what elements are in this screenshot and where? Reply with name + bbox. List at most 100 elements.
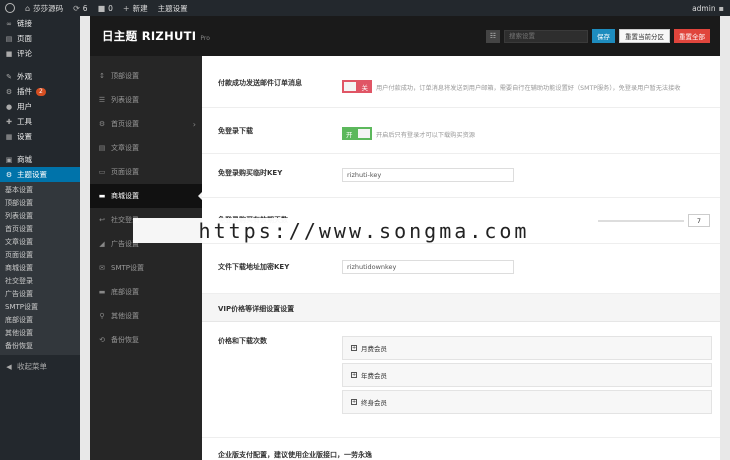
nav-item[interactable]: ▭ 页面设置 <box>90 160 202 184</box>
enterprise-row: 企业版支付配置，建议使用企业版接口，一劳永逸 <box>218 451 372 459</box>
comment-icon: ■ <box>97 3 106 13</box>
vip-tier-accordion[interactable]: + 年费会员 <box>342 363 712 387</box>
nav-item[interactable]: ⟲ 备份恢复 <box>90 328 202 352</box>
new-content-link[interactable]: + 新建 <box>118 0 153 16</box>
menu-item-comment[interactable]: ■ 评论 <box>0 46 80 61</box>
theme-settings-link[interactable]: 主题设置 <box>153 0 193 16</box>
free-key-row: 免登录购买临时KEY rizhuti-key <box>202 154 720 198</box>
submenu-item[interactable]: 其他设置 <box>0 327 80 340</box>
nav-icon: ↩ <box>99 216 105 224</box>
nav-icon: ⚙ <box>98 120 106 128</box>
menu-item-user[interactable]: ● 用户 <box>0 99 80 114</box>
valid-days-input[interactable]: 7 <box>688 214 710 227</box>
nav-item[interactable]: ▬ 商城设置 <box>90 184 203 208</box>
watermark: https://www.songma.com <box>133 218 595 243</box>
free-key-input[interactable]: rizhuti-key <box>342 168 514 182</box>
submenu-item[interactable]: 首页设置 <box>0 223 80 236</box>
version-label: Pro <box>200 35 210 42</box>
free-login-toggle[interactable]: 开 <box>342 127 372 140</box>
submenu-item[interactable]: SMTP设置 <box>0 301 80 314</box>
submenu-item[interactable]: 列表设置 <box>0 210 80 223</box>
user-account-link[interactable]: admin ▪ <box>687 0 730 16</box>
update-badge: 2 <box>36 87 46 96</box>
nav-icon: ▤ <box>98 144 106 152</box>
menu-item-page[interactable]: ▤ 页面 <box>0 31 80 46</box>
avatar: ▪ <box>718 3 724 13</box>
menu-item-link[interactable]: ∞ 链接 <box>0 16 80 31</box>
nav-item[interactable]: ⚙ 首页设置 › <box>90 112 202 136</box>
submenu-item[interactable]: 社交登录 <box>0 275 80 288</box>
vip-tier-accordion[interactable]: + 终身会员 <box>342 390 712 414</box>
nav-item[interactable]: ↕ 顶部设置 <box>90 64 202 88</box>
submenu-item[interactable]: 顶部设置 <box>0 197 80 210</box>
collapse-menu-button[interactable]: ◀ 收起菜单 <box>0 359 80 374</box>
panel-title: 日主题 RIZHUTI <box>102 29 197 43</box>
menu-item-shop[interactable]: ▣ 商城 <box>0 152 80 167</box>
reset-section-button[interactable]: 重置当前分区 <box>619 29 670 43</box>
reset-all-button[interactable]: 重置全部 <box>674 29 710 43</box>
nav-icon: ▭ <box>98 168 106 176</box>
vip-section-header: VIP价格等详细设置设置 <box>202 294 720 322</box>
vip-tier-accordion[interactable]: + 月费会员 <box>342 336 712 360</box>
expand-icon: + <box>351 345 357 351</box>
valid-days-slider[interactable] <box>598 220 684 222</box>
nav-icon: ▬ <box>98 192 106 200</box>
expand-icon: + <box>351 372 357 378</box>
plugin-icon: ⚙ <box>5 87 13 96</box>
tools-icon: ✚ <box>6 117 12 126</box>
admin-bar: ⌂ 莎莎源码 ⟳ 6 ■ 0 + 新建 主题设置 admin ▪ <box>0 0 730 16</box>
menu-item-settings[interactable]: ▦ 设置 <box>0 129 80 144</box>
submenu-item[interactable]: 页面设置 <box>0 249 80 262</box>
submenu-item[interactable]: 商城设置 <box>0 262 80 275</box>
expand-icon: + <box>351 399 357 405</box>
menu-item-theme-settings[interactable]: ⚙ 主题设置 <box>0 167 80 182</box>
wordpress-icon <box>5 3 15 13</box>
wp-logo-button[interactable] <box>0 0 20 16</box>
submenu-item[interactable]: 备份恢复 <box>0 340 80 353</box>
free-login-row: 免登录下载 开 开启后只有登录才可以下载购买资源 <box>202 108 720 154</box>
user-icon: ● <box>5 102 13 111</box>
nav-icon: ✉ <box>99 264 105 272</box>
wp-admin-menu: ∞ 链接 ▤ 页面 ■ 评论 ✎ 外观 ⚙ 插件 2 ● 用户 ✚ 工具 ▦ 设置 ▣ 商城 ⚙ 主题设置 基本… <box>0 16 80 460</box>
page-icon: ▤ <box>5 34 13 43</box>
updates-link[interactable]: ⟳ 6 <box>68 0 92 16</box>
menu-item-tools[interactable]: ✚ 工具 <box>0 114 80 129</box>
nav-item[interactable]: ▤ 文章设置 <box>90 136 202 160</box>
submenu-item[interactable]: 底部设置 <box>0 314 80 327</box>
nav-icon: ⟲ <box>99 336 105 344</box>
nav-item[interactable]: ☰ 列表设置 <box>90 88 202 112</box>
nav-icon: ◢ <box>99 240 105 248</box>
pay-email-row: 付款成功发送邮件订单消息 关 用户付款成功，订单消息将发送到用户邮箱，需要自行在… <box>202 56 720 108</box>
submenu-item[interactable]: 文章设置 <box>0 236 80 249</box>
download-key-input[interactable]: rizhutidownkey <box>342 260 514 274</box>
comments-link[interactable]: ■ 0 <box>93 0 118 16</box>
appearance-icon: ✎ <box>6 72 12 81</box>
expand-all-icon[interactable]: ☷ <box>486 29 500 43</box>
site-name-link[interactable]: ⌂ 莎莎源码 <box>20 0 68 16</box>
nav-item[interactable]: ⚲ 其他设置 <box>90 304 202 328</box>
search-input[interactable] <box>504 29 588 43</box>
save-button[interactable]: 保存 <box>592 29 615 43</box>
nav-icon: ↕ <box>99 72 105 80</box>
options-nav: ↕ 顶部设置 ☰ 列表设置 ⚙ 首页设置 › ▤ 文章设置 ▭ 页面设置 ▬ 商城设置 ↩ 社交登录 ◢ 广告设… <box>90 56 203 460</box>
options-content: 付款成功发送邮件订单消息 关 用户付款成功，订单消息将发送到用户邮箱，需要自行在… <box>202 56 720 460</box>
nav-item[interactable]: ✉ SMTP设置 <box>90 256 202 280</box>
submenu-item[interactable]: 广告设置 <box>0 288 80 301</box>
submenu-item[interactable]: 基本设置 <box>0 184 80 197</box>
home-icon: ⌂ <box>25 3 31 13</box>
nav-icon: ▬ <box>98 288 106 296</box>
settings-icon: ▦ <box>5 132 13 141</box>
theme-settings-submenu: 基本设置 顶部设置 列表设置 首页设置 文章设置 页面设置 商城设置 社交登录 广告设置 SMTP… <box>0 182 80 355</box>
pay-email-toggle[interactable]: 关 <box>342 80 372 93</box>
menu-item-appearance[interactable]: ✎ 外观 <box>0 69 80 84</box>
gear-icon: ⚙ <box>5 170 13 179</box>
download-key-row: 文件下载地址加密KEY rizhutidownkey <box>202 244 720 294</box>
nav-icon: ☰ <box>98 96 106 104</box>
panel-header: 日主题 RIZHUTI Pro ☷ 保存 重置当前分区 重置全部 <box>90 16 720 56</box>
nav-item[interactable]: ▬ 底部设置 <box>90 280 202 304</box>
vip-price-row: 价格和下载次数 + 月费会员 + 年费会员 + 终身会员 <box>202 322 720 438</box>
menu-item-plugin[interactable]: ⚙ 插件 2 <box>0 84 80 99</box>
plus-icon: + <box>122 3 130 13</box>
nav-icon: ⚲ <box>99 312 105 320</box>
chevron-right-icon: › <box>192 119 196 129</box>
